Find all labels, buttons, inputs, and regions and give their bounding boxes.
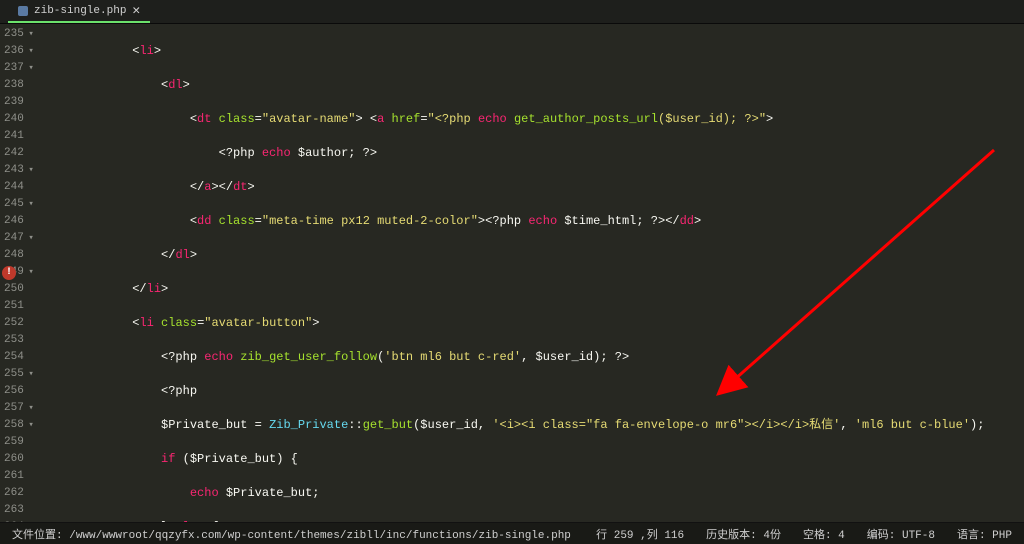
status-encoding[interactable]: 编码: UTF-8 [867, 526, 935, 542]
tab-label: zib-single.php [34, 5, 126, 17]
php-file-icon [18, 6, 28, 16]
gutter: 235▾ 236▾ 237▾ 238 239 240 241 242 243▾ … [0, 24, 42, 522]
code-area[interactable]: <li> <dl> <dt class="avatar-name"> <a hr… [42, 24, 1024, 522]
close-icon[interactable]: ✕ [132, 3, 140, 18]
status-bar: 文件位置: /www/wwwroot/qqzyfx.com/wp-content… [0, 522, 1024, 544]
status-cursor[interactable]: 行 259 ,列 116 [596, 526, 684, 542]
status-file-path: 文件位置: /www/wwwroot/qqzyfx.com/wp-content… [12, 526, 571, 542]
status-spaces[interactable]: 空格: 4 [803, 526, 845, 542]
status-language[interactable]: 语言: PHP [957, 526, 1012, 542]
error-marker-icon[interactable]: ! [2, 266, 16, 280]
tab-bar: zib-single.php ✕ [0, 0, 1024, 24]
status-history[interactable]: 历史版本: 4份 [706, 526, 781, 542]
editor: 235▾ 236▾ 237▾ 238 239 240 241 242 243▾ … [0, 24, 1024, 522]
tab-zib-single[interactable]: zib-single.php ✕ [8, 0, 150, 23]
